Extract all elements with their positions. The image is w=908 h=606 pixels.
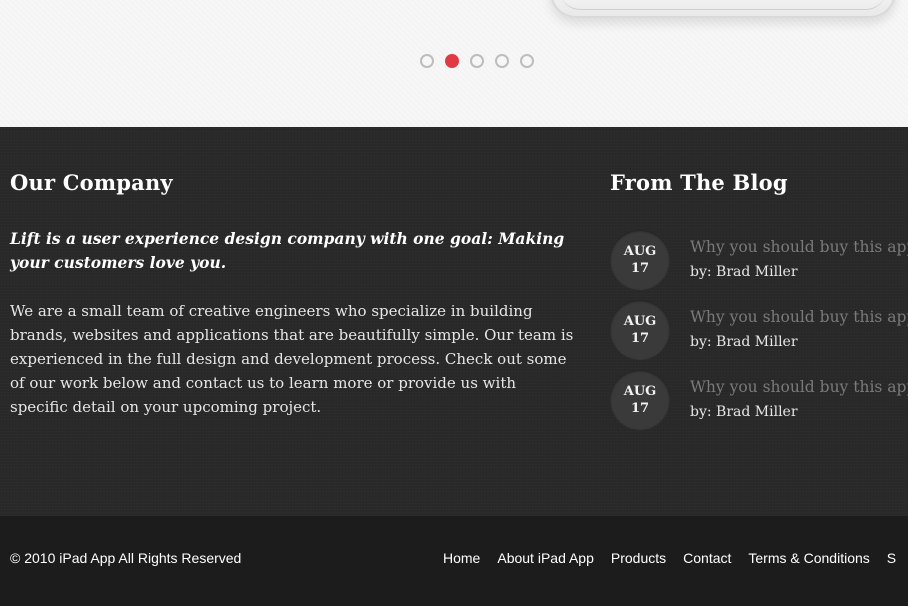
date-day: 17	[630, 331, 650, 346]
copyright-text: © 2010 iPad App All Rights Reserved	[10, 550, 242, 566]
slider-pagination	[420, 54, 534, 68]
blog-post-title-link[interactable]: Why you should buy this app	[690, 378, 908, 396]
date-badge: AUG 17	[610, 230, 670, 290]
footer-link-contact[interactable]: Contact	[683, 550, 731, 566]
blog-post-title-link[interactable]: Why you should buy this app	[690, 308, 908, 326]
date-day: 17	[630, 401, 650, 416]
blog-post-author: by: Brad Miller	[690, 264, 798, 280]
blog-post: AUG 17 Why you should buy this app by: B…	[610, 300, 908, 360]
date-month: AUG	[623, 384, 657, 399]
blog-heading: From The Blog	[610, 170, 788, 195]
slider-area	[0, 0, 908, 127]
ipad-device-image	[550, 0, 896, 18]
footer-link-about[interactable]: About iPad App	[497, 550, 594, 566]
date-badge: AUG 17	[610, 300, 670, 360]
footer-link-truncated[interactable]: S	[887, 550, 896, 566]
content-section: Our Company Lift is a user experience de…	[0, 127, 908, 516]
footer-link-terms[interactable]: Terms & Conditions	[748, 550, 869, 566]
date-month: AUG	[623, 244, 657, 259]
blog-post-author: by: Brad Miller	[690, 334, 798, 350]
footer: © 2010 iPad App All Rights Reserved Home…	[0, 516, 908, 606]
blog-post-list: AUG 17 Why you should buy this app by: B…	[610, 230, 908, 440]
footer-link-products[interactable]: Products	[611, 550, 666, 566]
date-day: 17	[630, 261, 650, 276]
slider-dot-4[interactable]	[495, 54, 509, 68]
date-badge: AUG 17	[610, 370, 670, 430]
company-heading: Our Company	[10, 170, 173, 195]
slider-dot-2[interactable]	[445, 54, 459, 68]
slider-dot-5[interactable]	[520, 54, 534, 68]
blog-post: AUG 17 Why you should buy this app by: B…	[610, 370, 908, 430]
date-month: AUG	[623, 314, 657, 329]
company-description: We are a small team of creative engineer…	[10, 302, 574, 416]
blog-post: AUG 17 Why you should buy this app by: B…	[610, 230, 908, 290]
company-intro: Lift is a user experience design company…	[10, 229, 565, 272]
footer-link-home[interactable]: Home	[443, 550, 480, 566]
blog-post-author: by: Brad Miller	[690, 404, 798, 420]
slider-dot-3[interactable]	[470, 54, 484, 68]
footer-nav: Home About iPad App Products Contact Ter…	[443, 550, 908, 566]
blog-post-title-link[interactable]: Why you should buy this app	[690, 238, 908, 256]
slider-dot-1[interactable]	[420, 54, 434, 68]
ipad-device-bezel	[560, 0, 886, 10]
